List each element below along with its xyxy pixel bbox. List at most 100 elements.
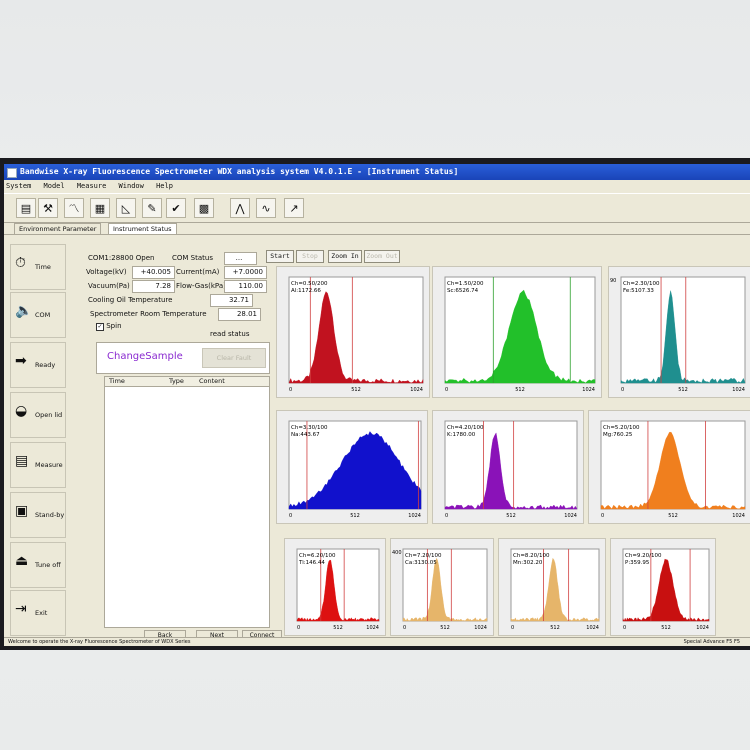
col-content[interactable]: Content bbox=[199, 377, 225, 386]
start-button[interactable]: Start bbox=[266, 250, 294, 263]
oil-temp-label: Cooling Oil Temperature bbox=[88, 296, 173, 304]
stop-button[interactable]: Stop bbox=[296, 250, 324, 263]
sidebar-button-com[interactable]: 🔈 COM bbox=[10, 292, 66, 338]
sidebar-button-stand-by[interactable]: ▣ Stand-by bbox=[10, 492, 66, 538]
app-icon bbox=[7, 168, 17, 178]
edit-chart-icon[interactable]: ✎ bbox=[142, 198, 162, 218]
spectrum-chart: Ch=3.30/100Na:443.67 0 512 1024 bbox=[288, 420, 422, 519]
channel-label: Ch=4.20/100 bbox=[447, 425, 484, 431]
zoom-in-button[interactable]: Zoom In bbox=[328, 250, 362, 263]
y-max-label: 90 bbox=[610, 278, 616, 284]
spectrum-panel[interactable]: Ch=4.20/100 K:1780.00 0 512 1024 bbox=[432, 410, 584, 524]
wave-icon[interactable]: ∿ bbox=[256, 198, 276, 218]
spectrum-panel[interactable]: Ch=3.30/100 Na:443.67 0 512 1024 bbox=[276, 410, 428, 524]
flowgas-value: 110.00 bbox=[224, 280, 267, 293]
log-list[interactable]: Time Type Content bbox=[104, 376, 270, 628]
spectrum-panel[interactable]: Ch=6.20/100 Ti:146.44 0 512 1024 bbox=[284, 538, 386, 636]
x-tick-label: 0 bbox=[445, 387, 448, 393]
menu-help[interactable]: Help bbox=[156, 182, 173, 190]
standby-icon: ▣ bbox=[15, 503, 29, 519]
peak-icon[interactable]: ⋀ bbox=[230, 198, 250, 218]
x-tick-label: 1024 bbox=[410, 387, 423, 393]
spin-label: Spin bbox=[106, 322, 122, 330]
status-right: Special Advance F5 F5 bbox=[683, 639, 740, 645]
spectrum-panel[interactable]: Ch=9.20/100 P:359.95 0 512 1024 bbox=[610, 538, 716, 636]
tab-environment-parameter[interactable]: Environment Parameter bbox=[14, 223, 102, 234]
x-tick-label: 512 bbox=[351, 387, 361, 393]
sidebar-button-open-lid[interactable]: ◒ Open lid bbox=[10, 392, 66, 438]
menu-measure[interactable]: Measure bbox=[77, 182, 107, 190]
x-tick-label: 0 bbox=[289, 513, 292, 519]
sidebar-button-tune-off[interactable]: ⏏ Tune off bbox=[10, 542, 66, 588]
menu-window[interactable]: Window bbox=[119, 182, 144, 190]
open-icon[interactable]: ▤ bbox=[16, 198, 36, 218]
ready-icon: ➡ bbox=[15, 353, 27, 369]
spectrum-chart: Ch=7.20/100Ca:3130.05400 0 512 1024 bbox=[392, 548, 488, 631]
report-icon[interactable]: ▦ bbox=[90, 198, 110, 218]
x-tick-label: 512 bbox=[661, 625, 671, 631]
com-status-label: COM Status bbox=[172, 254, 213, 262]
calculator-icon[interactable]: ▩ bbox=[194, 198, 214, 218]
spectrum-panel[interactable]: Ch=8.20/100 Mn:302.20 0 512 1024 bbox=[498, 538, 606, 636]
spectrum-chart: Ch=5.20/100Mg:760.25 0 512 1024 bbox=[600, 420, 746, 519]
element-label: Fe:5107.33 bbox=[623, 288, 654, 294]
channel-label: Ch=2.30/100 bbox=[623, 281, 660, 287]
menu-bar: System Model Measure Window Help bbox=[4, 181, 750, 192]
sidebar-button-ready[interactable]: ➡ Ready bbox=[10, 342, 66, 388]
spectrum-panel[interactable]: Ch=5.20/100 Mg:760.25 0 512 1024 bbox=[588, 410, 750, 524]
open-lid-icon: ◒ bbox=[15, 403, 28, 419]
x-tick-label: 512 bbox=[668, 513, 678, 519]
channel-label: Ch=5.20/100 bbox=[603, 425, 640, 431]
channel-label: Ch=8.20/100 bbox=[513, 553, 550, 559]
sidebar-label: Measure bbox=[35, 461, 63, 469]
x-tick-label: 1024 bbox=[366, 625, 379, 631]
flowgas-label: Flow-Gas(kPa) bbox=[176, 282, 226, 290]
spectrum-chart: Ch=2.30/100Fe:5107.33 90 0 512 1024 bbox=[610, 276, 746, 393]
checkbox-box[interactable]: ✓ bbox=[96, 323, 104, 331]
oil-temp-value: 32.71 bbox=[210, 294, 253, 307]
measure-icon: ▤ bbox=[15, 453, 29, 469]
arrow-icon[interactable]: ↗ bbox=[284, 198, 304, 218]
x-tick-label: 1024 bbox=[732, 513, 745, 519]
tools-icon[interactable]: ⚒ bbox=[38, 198, 58, 218]
status-text: Welcome to operate the X-ray Fluorescenc… bbox=[8, 639, 191, 645]
sidebar-button-measure[interactable]: ▤ Measure bbox=[10, 442, 66, 488]
x-tick-label: 512 bbox=[678, 387, 688, 393]
x-tick-label: 0 bbox=[511, 625, 514, 631]
sidebar-button-exit[interactable]: ⇥ Exit bbox=[10, 590, 66, 636]
current-label: Current(mA) bbox=[176, 268, 220, 276]
x-tick-label: 1024 bbox=[474, 625, 487, 631]
menu-model[interactable]: Model bbox=[44, 182, 65, 190]
spin-checkbox[interactable]: ✓ Spin bbox=[96, 322, 122, 331]
com-status-value[interactable]: ... bbox=[224, 252, 257, 265]
tab-instrument-status[interactable]: Instrument Status bbox=[108, 223, 177, 234]
clear-fault-button[interactable]: Clear Fault bbox=[202, 348, 266, 368]
sidebar-label: Stand-by bbox=[35, 511, 65, 519]
spectrum-panel[interactable]: Ch=0.50/200 Al:1172.66 0 512 1024 bbox=[276, 266, 430, 398]
spectrum-panel[interactable]: Ch=2.30/100 Fe:5107.33 90 0 512 1024 bbox=[608, 266, 750, 398]
spectrum-chart: Ch=8.20/100Mn:302.20 0 512 1024 bbox=[510, 548, 600, 631]
clock-icon: ⏱ bbox=[15, 255, 26, 271]
spectrum-chart: Ch=4.20/100K:1780.00 0 512 1024 bbox=[444, 420, 578, 519]
menu-system[interactable]: System bbox=[6, 182, 31, 190]
element-label: Ca:3130.05 bbox=[405, 560, 437, 566]
x-tick-label: 1024 bbox=[732, 387, 745, 393]
x-tick-label: 1024 bbox=[586, 625, 599, 631]
sidebar-button-time[interactable]: ⏱ Time bbox=[10, 244, 66, 290]
col-type[interactable]: Type bbox=[169, 377, 184, 386]
zoom-out-button[interactable]: Zoom Out bbox=[364, 250, 400, 263]
sidebar-label: COM bbox=[35, 311, 51, 319]
col-time[interactable]: Time bbox=[109, 377, 125, 386]
check-icon[interactable]: ✔ bbox=[166, 198, 186, 218]
spectrum-panel[interactable]: Ch=1.50/200 Sc:6526.74 0 512 1024 bbox=[432, 266, 602, 398]
channel-label: Ch=0.50/200 bbox=[291, 281, 328, 287]
x-tick-label: 512 bbox=[333, 625, 343, 631]
spectrum-icon[interactable]: 〽 bbox=[64, 198, 84, 218]
x-tick-label: 0 bbox=[403, 625, 406, 631]
read-status-button[interactable]: read status bbox=[210, 330, 250, 338]
toolbar: ▤ ⚒ 〽 ▦ ◺ ✎ ✔ ▩ ⋀ ∿ ↗ bbox=[4, 193, 750, 223]
spectrum-panel[interactable]: Ch=7.20/100 Ca:3130.05 400 0 512 1024 bbox=[390, 538, 494, 636]
chart-icon[interactable]: ◺ bbox=[116, 198, 136, 218]
spectrum-chart: Ch=6.20/100Ti:146.44 0 512 1024 bbox=[296, 548, 380, 631]
channel-label: Ch=6.20/100 bbox=[299, 553, 336, 559]
